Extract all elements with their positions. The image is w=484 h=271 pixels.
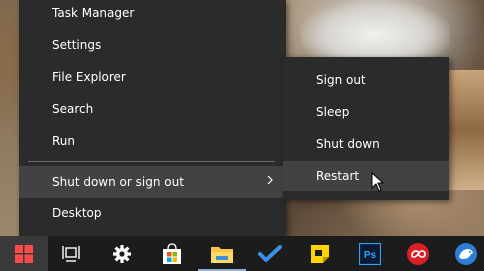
- menu-item-label: File Explorer: [52, 70, 126, 84]
- sticky-notes-taskbar-button[interactable]: [296, 236, 344, 271]
- todo-taskbar-button[interactable]: [246, 236, 294, 271]
- menu-item-label: Desktop: [52, 206, 102, 220]
- submenu-item-label: Sleep: [316, 105, 350, 119]
- task-view-icon: [62, 245, 80, 262]
- menu-separator: [28, 161, 275, 162]
- todo-checkmark-icon: [258, 244, 282, 262]
- menu-item-label: Settings: [52, 38, 102, 52]
- start-context-menu: Task Manager Settings File Explorer Sear…: [19, 0, 286, 236]
- creative-cloud-taskbar-button[interactable]: [394, 236, 442, 271]
- windows-start-icon: [15, 244, 33, 263]
- chevron-right-icon: [267, 176, 273, 184]
- menu-item-desktop[interactable]: Desktop: [19, 198, 286, 228]
- store-taskbar-button[interactable]: [148, 236, 196, 271]
- microsoft-store-icon: [163, 242, 181, 264]
- shutdown-submenu: Sign out Sleep Shut down Restart: [283, 57, 449, 200]
- settings-gear-icon: [113, 244, 131, 263]
- creative-cloud-icon: [407, 242, 429, 265]
- sticky-notes-icon: [311, 244, 329, 263]
- task-view-button[interactable]: [48, 236, 96, 271]
- submenu-item-label: Sign out: [316, 73, 366, 87]
- menu-item-file-explorer[interactable]: File Explorer: [19, 62, 286, 92]
- submenu-item-shut-down[interactable]: Shut down: [283, 129, 449, 159]
- bird-app-taskbar-button[interactable]: [442, 236, 484, 271]
- menu-item-label: Shut down or sign out: [52, 175, 184, 189]
- menu-item-label: Search: [52, 102, 94, 116]
- bird-app-icon: [455, 242, 477, 265]
- taskbar: Ps: [0, 236, 484, 271]
- wallpaper-edge: [445, 70, 484, 190]
- start-button[interactable]: [0, 236, 48, 271]
- submenu-item-label: Shut down: [316, 137, 380, 151]
- photoshop-icon: Ps: [359, 242, 381, 265]
- menu-item-label: Task Manager: [52, 6, 135, 20]
- photoshop-icon-text: Ps: [364, 250, 377, 261]
- menu-item-run[interactable]: Run: [19, 126, 286, 156]
- file-explorer-taskbar-button[interactable]: [198, 236, 246, 271]
- menu-item-label: Run: [52, 134, 76, 148]
- menu-item-settings[interactable]: Settings: [19, 30, 286, 60]
- menu-item-search[interactable]: Search: [19, 94, 286, 124]
- menu-item-shut-down-or-sign-out[interactable]: Shut down or sign out: [19, 166, 286, 198]
- photoshop-taskbar-button[interactable]: Ps: [346, 236, 394, 271]
- submenu-item-label: Restart: [316, 169, 360, 183]
- settings-taskbar-button[interactable]: [98, 236, 146, 271]
- submenu-item-sign-out[interactable]: Sign out: [283, 65, 449, 95]
- menu-item-task-manager[interactable]: Task Manager: [19, 0, 286, 28]
- submenu-item-restart[interactable]: Restart: [283, 161, 449, 191]
- file-explorer-icon: [211, 246, 233, 263]
- mouse-cursor-icon: [371, 172, 385, 192]
- submenu-item-sleep[interactable]: Sleep: [283, 97, 449, 127]
